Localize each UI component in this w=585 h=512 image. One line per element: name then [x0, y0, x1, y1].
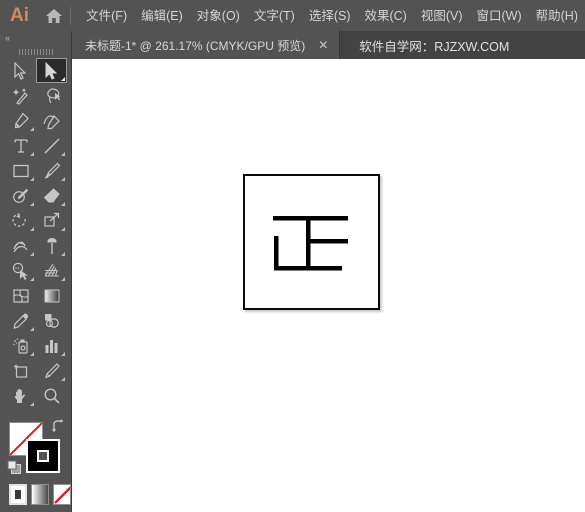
menu-item-select[interactable]: 选择(S): [302, 5, 358, 27]
tool-flyout-indicator: [61, 202, 65, 206]
default-fill-stroke-icon[interactable]: [7, 460, 22, 480]
line-segment-tool[interactable]: [36, 133, 67, 158]
tool-flyout-indicator: [61, 252, 65, 256]
watermark-text: 软件自学网：RJZXW.COM: [359, 39, 510, 54]
tool-grid: [0, 58, 72, 408]
document-tab-bar: 未标题-1* @ 261.17% (CMYK/GPU 预览) ✕ 软件自学网：R…: [72, 31, 585, 59]
close-icon[interactable]: ✕: [316, 39, 330, 51]
document-tab[interactable]: 未标题-1* @ 261.17% (CMYK/GPU 预览) ✕: [72, 31, 341, 59]
tool-flyout-indicator: [30, 402, 34, 406]
artwork-character-zheng[interactable]: [245, 176, 378, 308]
tool-flyout-indicator: [61, 177, 65, 181]
tool-flyout-indicator: [30, 252, 34, 256]
none-mode-button[interactable]: [53, 484, 71, 505]
collapse-panel-button[interactable]: «: [0, 31, 71, 45]
menu-item-type[interactable]: 文字(T): [247, 5, 302, 27]
tool-flyout-indicator: [30, 152, 34, 156]
canvas-area[interactable]: [72, 59, 585, 512]
width-tool[interactable]: [5, 233, 36, 258]
zoom-tool[interactable]: [36, 383, 67, 408]
rotate-tool[interactable]: [5, 208, 36, 233]
curvature-tool[interactable]: [36, 108, 67, 133]
tool-flyout-indicator: [30, 327, 34, 331]
lasso-tool[interactable]: [36, 83, 67, 108]
column-graph-tool[interactable]: [36, 333, 67, 358]
gradient-mode-button[interactable]: [31, 484, 50, 505]
color-mode-buttons: [0, 484, 71, 505]
mesh-tool[interactable]: [5, 283, 36, 308]
tool-flyout-indicator: [30, 177, 34, 181]
panel-drag-handle[interactable]: [0, 45, 71, 58]
menu-item-view[interactable]: 视图(V): [414, 5, 470, 27]
tool-flyout-indicator: [30, 127, 34, 131]
menu-item-file[interactable]: 文件(F): [79, 5, 134, 27]
menu-item-help[interactable]: 帮助(H): [529, 5, 585, 27]
paintbrush-tool[interactable]: [36, 158, 67, 183]
type-tool[interactable]: [5, 133, 36, 158]
free-transform-tool[interactable]: [36, 233, 67, 258]
menu-item-effect[interactable]: 效果(C): [357, 5, 413, 27]
eraser-tool[interactable]: [36, 183, 67, 208]
symbol-sprayer-tool[interactable]: [5, 333, 36, 358]
artboard-tool[interactable]: [5, 358, 36, 383]
tool-flyout-indicator: [61, 377, 65, 381]
menu-bar: Ai 文件(F) 编辑(E) 对象(O) 文字(T) 选择(S) 效果(C) 视…: [0, 0, 585, 31]
hand-tool[interactable]: [5, 383, 36, 408]
tool-flyout-indicator: [61, 152, 65, 156]
pen-tool[interactable]: [5, 108, 36, 133]
menu-item-object[interactable]: 对象(O): [190, 5, 247, 27]
swap-fill-stroke-icon[interactable]: [51, 419, 65, 438]
selection-tool[interactable]: [5, 58, 36, 83]
tool-flyout-indicator: [30, 277, 34, 281]
color-mode-button[interactable]: [9, 484, 28, 505]
slice-tool[interactable]: [36, 358, 67, 383]
menu-divider: [70, 7, 72, 24]
blend-tool[interactable]: [36, 308, 67, 333]
tool-flyout-indicator: [30, 352, 34, 356]
shaper-pencil-tool[interactable]: [5, 183, 36, 208]
fill-stroke-controls: [0, 416, 72, 478]
gradient-tool[interactable]: [36, 283, 67, 308]
tools-panel: «: [0, 31, 72, 512]
shape-builder-tool[interactable]: [5, 258, 36, 283]
app-logo: Ai: [9, 5, 29, 26]
tool-flyout-indicator: [61, 352, 65, 356]
illustrator-window: Ai 文件(F) 编辑(E) 对象(O) 文字(T) 选择(S) 效果(C) 视…: [0, 0, 585, 512]
direct-selection-tool[interactable]: [36, 58, 67, 83]
tool-flyout-indicator: [61, 227, 65, 231]
tool-flyout-indicator: [61, 277, 65, 281]
tool-flyout-indicator: [61, 77, 65, 81]
stroke-swatch[interactable]: [26, 439, 60, 473]
menu-item-edit[interactable]: 编辑(E): [134, 5, 190, 27]
eyedropper-tool[interactable]: [5, 308, 36, 333]
rectangle-tool[interactable]: [5, 158, 36, 183]
magic-wand-tool[interactable]: [5, 83, 36, 108]
home-icon[interactable]: [39, 0, 68, 31]
perspective-grid-tool[interactable]: [36, 258, 67, 283]
scale-tool[interactable]: [36, 208, 67, 233]
artboard[interactable]: [243, 174, 380, 310]
tool-flyout-indicator: [30, 227, 34, 231]
tool-flyout-indicator: [30, 202, 34, 206]
document-tab-title: 未标题-1* @ 261.17% (CMYK/GPU 预览): [85, 38, 306, 53]
menu-item-window[interactable]: 窗口(W): [470, 5, 529, 27]
